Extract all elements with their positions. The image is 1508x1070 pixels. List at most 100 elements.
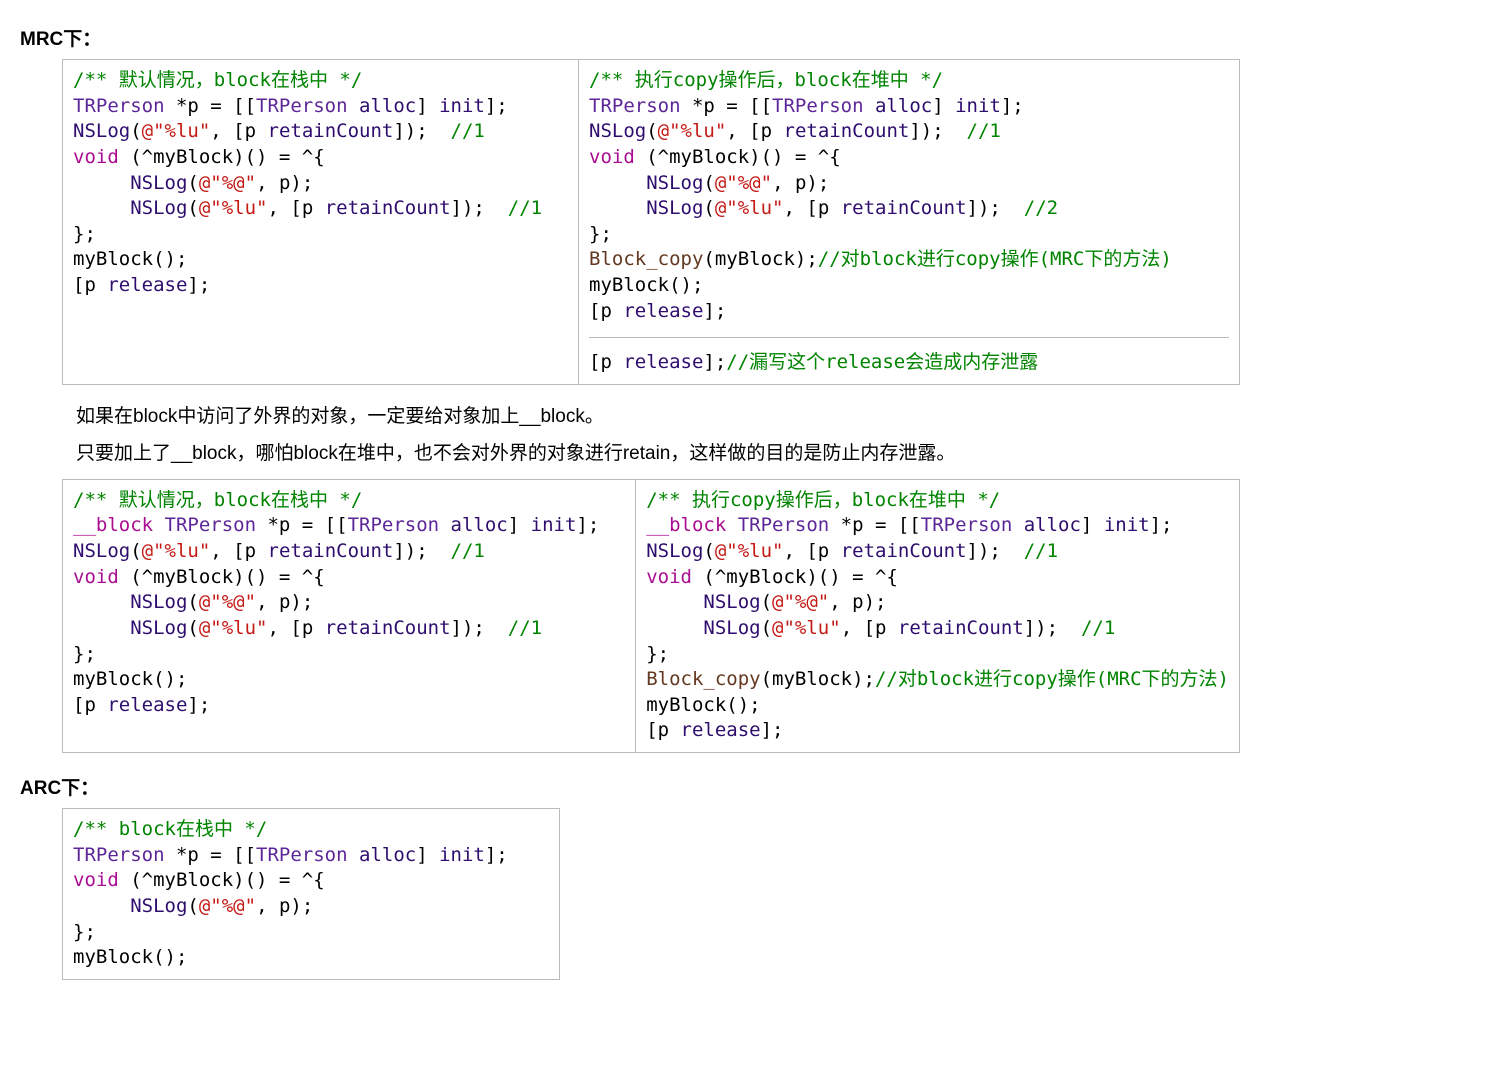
code-text	[864, 95, 875, 117]
keyword: void	[73, 566, 119, 588]
code-text: myBlock();	[73, 946, 187, 968]
code-block: /** 默认情况，block在栈中 */ __block TRPerson *p…	[73, 488, 625, 719]
comment: /** 执行copy操作后，block在堆中 */	[646, 489, 1000, 511]
type: TRPerson	[73, 844, 165, 866]
keyword: void	[589, 146, 635, 168]
type: TRPerson	[256, 95, 348, 117]
code-text: ];	[1150, 514, 1173, 536]
code-text: ];	[703, 300, 726, 322]
keyword: __block	[73, 514, 153, 536]
method: alloc	[359, 844, 416, 866]
type: TRPerson	[256, 844, 348, 866]
keyword: void	[73, 869, 119, 891]
func: NSLog	[646, 197, 703, 219]
note-2: 只要加上了__block，哪怕block在堆中，也不会对外界的对象进行retai…	[76, 438, 1488, 465]
code-text: (^myBlock)() = ^{	[119, 146, 325, 168]
code-text	[1012, 514, 1023, 536]
comment: /** 默认情况，block在栈中 */	[73, 69, 362, 91]
method: release	[681, 719, 761, 741]
string: @"%lu"	[199, 197, 268, 219]
code-text: ]	[508, 514, 531, 536]
method: alloc	[451, 514, 508, 536]
mrc-code-table-1: /** 默认情况，block在栈中 */ TRPerson *p = [[TRP…	[62, 59, 1240, 385]
func: NSLog	[703, 617, 760, 639]
type: TRPerson	[73, 95, 165, 117]
method: retainCount	[268, 120, 394, 142]
code-text: ];	[187, 274, 210, 296]
func: NSLog	[130, 591, 187, 613]
method: init	[955, 95, 1001, 117]
keyword: void	[73, 146, 119, 168]
code-block: /** 执行copy操作后，block在堆中 */ TRPerson *p = …	[589, 68, 1229, 376]
code-text: };	[589, 223, 612, 245]
code-text: };	[73, 223, 96, 245]
comment: /** 默认情况，block在栈中 */	[73, 489, 362, 511]
func: NSLog	[646, 540, 703, 562]
code-cell-left: /** 默认情况，block在栈中 */ TRPerson *p = [[TRP…	[63, 60, 579, 385]
code-text: *p = [[	[681, 95, 773, 117]
code-text: (^myBlock)() = ^{	[119, 869, 325, 891]
func: NSLog	[646, 172, 703, 194]
code-text: };	[646, 643, 669, 665]
method: release	[623, 351, 703, 373]
mrc-code-table-2: /** 默认情况，block在栈中 */ __block TRPerson *p…	[62, 479, 1240, 753]
note-1: 如果在block中访问了外界的对象，一定要给对象加上__block。	[76, 401, 1488, 428]
string: @"%lu"	[772, 617, 841, 639]
code-text: *p = [[	[165, 95, 257, 117]
code-text: *p = [[	[829, 514, 921, 536]
comment: //1	[451, 540, 485, 562]
method: retainCount	[898, 617, 1024, 639]
code-text: ]	[932, 95, 955, 117]
method: init	[1104, 514, 1150, 536]
code-text: ]	[1081, 514, 1104, 536]
string: @"%@"	[772, 591, 829, 613]
code-text: (^myBlock)() = ^{	[119, 566, 325, 588]
code-text: ];	[576, 514, 599, 536]
keyword: void	[646, 566, 692, 588]
string: @"%@"	[715, 172, 772, 194]
type: TRPerson	[589, 95, 681, 117]
code-text: myBlock();	[589, 274, 703, 296]
type: TRPerson	[165, 514, 257, 536]
code-text: [p	[589, 351, 623, 373]
comment: //2	[1024, 197, 1058, 219]
method: init	[531, 514, 577, 536]
code-text: ];	[485, 95, 508, 117]
mrc-heading: MRC下：	[20, 24, 1488, 51]
code-text	[348, 844, 359, 866]
method: release	[623, 300, 703, 322]
code-text: myBlock();	[646, 694, 760, 716]
method: retainCount	[784, 120, 910, 142]
string: @"%lu"	[658, 120, 727, 142]
code-text: (^myBlock)() = ^{	[692, 566, 898, 588]
method: retainCount	[325, 617, 451, 639]
code-text: [p	[73, 274, 107, 296]
arc-heading: ARC下：	[20, 773, 1488, 800]
method: retainCount	[268, 540, 394, 562]
code-cell-right: /** 执行copy操作后，block在堆中 */ __block TRPers…	[636, 479, 1240, 752]
code-text	[348, 95, 359, 117]
code-text	[439, 514, 450, 536]
comment: //对block进行copy操作(MRC下的方法)	[818, 248, 1172, 270]
string: @"%lu"	[142, 120, 211, 142]
code-text: myBlock();	[73, 248, 187, 270]
method: alloc	[875, 95, 932, 117]
comment: /** block在栈中 */	[73, 818, 267, 840]
code-text: };	[73, 921, 96, 943]
method: retainCount	[841, 540, 967, 562]
type: TRPerson	[772, 95, 864, 117]
string: @"%lu"	[715, 540, 784, 562]
func: Block_copy	[589, 248, 703, 270]
comment: //漏写这个release会造成内存泄露	[726, 351, 1038, 373]
code-text: };	[73, 643, 96, 665]
arc-code-box: /** block在栈中 */ TRPerson *p = [[TRPerson…	[62, 808, 560, 980]
comment: //1	[1024, 540, 1058, 562]
method: retainCount	[325, 197, 451, 219]
code-text: ]	[416, 844, 439, 866]
code-cell-left: /** 默认情况，block在栈中 */ __block TRPerson *p…	[63, 479, 636, 752]
method: init	[439, 95, 485, 117]
func: NSLog	[130, 617, 187, 639]
code-text: ]	[416, 95, 439, 117]
method: alloc	[1024, 514, 1081, 536]
comment: //1	[508, 197, 542, 219]
